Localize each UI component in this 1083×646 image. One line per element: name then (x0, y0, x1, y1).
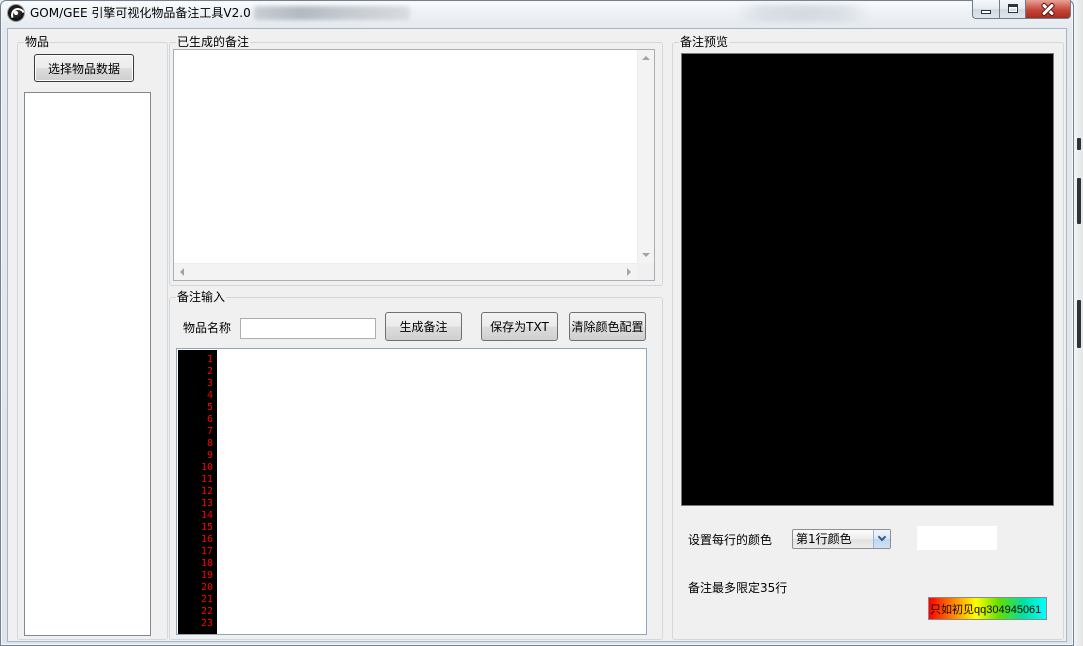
blurred-region (254, 6, 410, 20)
maximize-button[interactable] (999, 0, 1026, 19)
row-color-label: 设置每行的颜色 (688, 533, 773, 547)
note-input-group-title: 备注输入 (176, 290, 227, 304)
scroll-right-button[interactable] (621, 264, 637, 280)
line-number: 1 (206, 354, 213, 365)
maximize-icon (1008, 4, 1018, 13)
line-number: 10 (200, 462, 213, 473)
close-icon (1041, 3, 1055, 16)
scroll-up-button[interactable] (638, 50, 654, 66)
item-name-input[interactable] (240, 318, 376, 339)
generated-notes-group-title: 已生成的备注 (176, 35, 251, 49)
note-editor-text[interactable] (219, 350, 645, 633)
line-number: 20 (200, 582, 213, 593)
note-input-group: 备注输入 物品名称 生成备注 保存为TXT 清除颜色配置 1 2 3 4 5 6 7 8 9 10… (169, 290, 663, 640)
line-number: 5 (206, 402, 213, 413)
generate-note-button[interactable]: 生成备注 (385, 312, 462, 341)
line-number: 9 (206, 450, 213, 461)
line-number: 14 (200, 510, 213, 521)
app-logo-icon[interactable] (8, 5, 24, 21)
line-number: 13 (200, 498, 213, 509)
line-number: 15 (200, 522, 213, 533)
note-preview-group: 备注预览 设置每行的颜色 第1行颜色 备注最多限定35行 只如初见qq30494… (672, 35, 1064, 640)
line-number: 18 (200, 558, 213, 569)
save-txt-button[interactable]: 保存为TXT (481, 312, 558, 341)
line-number: 2 (206, 366, 213, 377)
author-credit-badge: 只如初见qq304945061 (928, 597, 1047, 620)
desktop-icon-fragment (1077, 178, 1081, 224)
select-item-data-button[interactable]: 选择物品数据 (34, 54, 134, 82)
line-number: 11 (200, 474, 213, 485)
note-preview-group-title: 备注预览 (679, 35, 730, 49)
line-number: 21 (200, 594, 213, 605)
minimize-button[interactable] (972, 0, 999, 19)
minimize-icon (981, 10, 991, 14)
line-number: 16 (200, 534, 213, 545)
note-editor[interactable]: 1 2 3 4 5 6 7 8 9 10 11 12 13 14 15 16 17 18 19 20 21 22 23 (176, 348, 647, 635)
line-number: 4 (206, 390, 213, 401)
app-window: GOM/GEE 引擎可视化物品备注工具V2.0 物品 选择物品数据 已生成的备注 (0, 0, 1074, 646)
vertical-scrollbar[interactable] (637, 50, 654, 263)
desktop-background (1074, 0, 1083, 646)
chevron-down-icon (877, 532, 887, 542)
generated-notes-group: 已生成的备注 (169, 35, 663, 286)
row-color-dropdown-button[interactable] (873, 530, 890, 548)
client-area: 物品 选择物品数据 已生成的备注 备注输入 物品名称 生成备注 保存为TXT 清… (8, 29, 1066, 641)
line-limit-note: 备注最多限定35行 (688, 581, 788, 595)
line-number: 17 (200, 546, 213, 557)
window-title: GOM/GEE 引擎可视化物品备注工具V2.0 (30, 6, 251, 20)
horizontal-scrollbar[interactable] (174, 263, 637, 280)
scroll-left-button[interactable] (174, 264, 190, 280)
scroll-down-button[interactable] (638, 247, 654, 263)
scrollbar-corner (637, 263, 654, 280)
line-number-gutter: 1 2 3 4 5 6 7 8 9 10 11 12 13 14 15 16 17 18 19 20 21 22 23 (178, 350, 217, 634)
close-button[interactable] (1026, 0, 1071, 19)
item-name-label: 物品名称 (183, 321, 232, 335)
scroll-right-arrow-icon (627, 268, 631, 276)
blurred-region (735, 4, 870, 22)
line-number: 8 (206, 438, 213, 449)
items-group: 物品 选择物品数据 (17, 35, 168, 640)
items-group-title: 物品 (24, 35, 51, 49)
scroll-up-arrow-icon (642, 56, 650, 60)
line-number: 3 (206, 378, 213, 389)
line-number: 22 (200, 606, 213, 617)
line-number: 6 (206, 414, 213, 425)
author-credit-text: 只如初见qq304945061 (930, 603, 1042, 616)
generated-notes-text[interactable] (174, 50, 637, 263)
scroll-left-arrow-icon (180, 268, 184, 276)
line-number: 12 (200, 486, 213, 497)
desktop-icon-fragment (1077, 300, 1081, 348)
row-color-swatch[interactable] (917, 526, 997, 550)
line-number: 7 (206, 426, 213, 437)
note-preview-canvas (681, 53, 1054, 506)
row-color-selected-value: 第1行颜色 (796, 532, 852, 546)
row-color-select[interactable]: 第1行颜色 (792, 529, 891, 549)
item-list[interactable] (24, 92, 151, 636)
generated-notes-textarea[interactable] (173, 49, 655, 281)
line-number: 23 (200, 618, 213, 629)
desktop-icon-fragment (1077, 138, 1081, 150)
title-bar[interactable]: GOM/GEE 引擎可视化物品备注工具V2.0 (0, 0, 1074, 29)
line-number: 19 (200, 570, 213, 581)
clear-color-config-button[interactable]: 清除颜色配置 (569, 312, 646, 341)
scroll-down-arrow-icon (642, 253, 650, 257)
